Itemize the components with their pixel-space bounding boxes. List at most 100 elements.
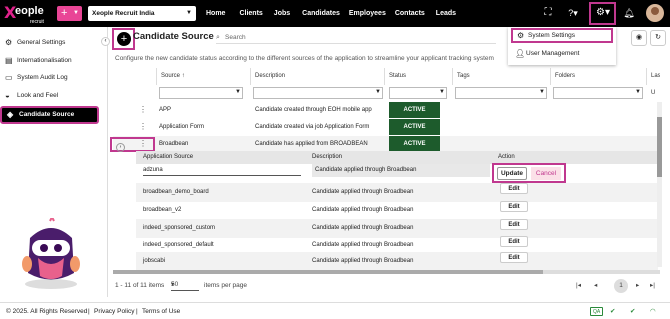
nav-employees[interactable]: Employees <box>349 0 386 27</box>
page-title: Candidate Source <box>133 31 214 42</box>
gears-icon: ⚙ <box>517 31 525 40</box>
table-row[interactable]: ⋮ Application Form Candidate created via… <box>113 119 660 135</box>
column-header-source[interactable]: Source ↑ <box>157 68 251 85</box>
sidebar-item-system-audit-log[interactable]: ▭ System Audit Log <box>4 72 99 84</box>
search-input[interactable]: ⌕ Search <box>216 32 496 44</box>
scroll-thumb[interactable] <box>657 117 662 177</box>
tags-filter[interactable]: ▼ <box>455 87 547 99</box>
update-button[interactable]: Update <box>497 167 527 180</box>
column-header-last-updated[interactable]: Last U <box>647 68 660 96</box>
quick-add-button[interactable]: + ▼ <box>57 6 82 21</box>
items-per-page-label: items per page <box>204 282 247 289</box>
sidebar-collapse-button[interactable]: ‹ <box>101 37 110 46</box>
page-number-button[interactable]: 1 <box>614 279 628 293</box>
terms-of-use-link[interactable]: Terms of Use <box>142 303 180 319</box>
nav-contacts[interactable]: Contacts <box>395 0 425 27</box>
status-badge: ACTIVE <box>389 136 440 152</box>
edit-button[interactable]: Edit <box>500 183 528 194</box>
sidebar-item-look-and-feel[interactable]: ◒ Look and Feel <box>4 90 99 102</box>
column-header-status[interactable]: Status <box>385 68 453 85</box>
column-header-blank <box>113 68 157 85</box>
source-cell: Broadbean <box>159 141 189 147</box>
top-bar: X eople recruit + ▼ Xeople Recruit India ▼… <box>0 0 670 27</box>
status-filter[interactable]: ▼ <box>389 87 447 99</box>
refresh-button[interactable]: ↻ <box>650 30 666 46</box>
source-cell: Application Form <box>159 124 205 130</box>
menu-item-label: User Management <box>526 50 580 57</box>
menu-item-system-settings[interactable]: ⚙ System Settings <box>511 28 613 43</box>
edit-button[interactable]: Edit <box>500 252 528 263</box>
settings-sidebar: ⚙ General Settings ▤ Internationalisation … <box>0 27 108 297</box>
document-icon: ▤ <box>5 56 13 65</box>
add-source-button[interactable]: + <box>112 28 135 50</box>
page-size-value: 50 <box>171 281 179 288</box>
last-page-icon[interactable]: ▸| <box>650 279 655 293</box>
nav-home[interactable]: Home <box>206 0 225 27</box>
nav-leads[interactable]: Leads <box>436 0 456 27</box>
folders-filter[interactable]: ▼ <box>553 87 643 99</box>
xeople-logo[interactable]: X eople recruit <box>4 3 52 25</box>
row-menu-icon[interactable]: ⋮ <box>139 119 147 135</box>
eye-icon: ◉ <box>635 34 643 41</box>
cancel-button[interactable]: Cancel <box>531 167 561 180</box>
palette-icon: ◒ <box>5 91 10 100</box>
chevron-down-icon: ▼ <box>73 10 79 16</box>
horizontal-scrollbar[interactable] <box>113 270 660 274</box>
subtable-edit-row: adzuna Candidate applied through Broadbe… <box>136 164 658 183</box>
description-input[interactable]: Candidate applied through Broadbean <box>312 164 490 177</box>
edit-actions-highlight: Update Cancel <box>492 163 566 183</box>
avatar[interactable] <box>646 4 664 22</box>
main-nav: Home Clients Jobs Candidates Employees C… <box>206 0 456 27</box>
edit-button[interactable]: Edit <box>500 236 528 247</box>
column-header-folders[interactable]: Folders <box>551 68 647 85</box>
expand-row-highlight: › <box>110 137 155 152</box>
sidebar-item-general-settings[interactable]: ⚙ General Settings <box>4 37 99 49</box>
table-row-expanded[interactable]: ⋮ Broadbean Candidate has applied from B… <box>113 136 660 152</box>
refresh-icon: ↻ <box>655 34 661 41</box>
header-label: Source <box>161 73 181 79</box>
gear-icon[interactable]: ⚙▾ <box>591 5 615 21</box>
first-page-icon[interactable]: |◂ <box>576 279 581 293</box>
sidebar-item-label: General Settings <box>17 39 66 46</box>
nav-candidates[interactable]: Candidates <box>302 0 340 27</box>
help-icon[interactable]: ?▾ <box>562 5 584 21</box>
footer-separator: | <box>136 308 138 315</box>
scroll-thumb[interactable] <box>113 270 543 274</box>
visibility-toggle-button[interactable]: ◉ <box>631 30 647 46</box>
mascot-illustration <box>22 218 80 289</box>
sidebar-item-candidate-source[interactable]: ◈ Candidate Source <box>0 106 99 124</box>
filter-icon: ▼ <box>539 89 545 95</box>
nav-clients[interactable]: Clients <box>239 0 262 27</box>
check-circle-icon: ✔ <box>630 308 636 315</box>
prev-page-icon[interactable]: ◂ <box>594 279 597 293</box>
source-filter[interactable]: ▼ <box>159 87 243 99</box>
edit-button[interactable]: Edit <box>500 219 528 230</box>
vertical-scrollbar[interactable] <box>657 102 662 267</box>
nav-jobs[interactable]: Jobs <box>274 0 290 27</box>
fullscreen-icon[interactable]: ⛶ <box>541 5 555 21</box>
next-page-icon[interactable]: ▸ <box>636 279 639 293</box>
description-filter[interactable]: ▼ <box>253 87 383 99</box>
application-source-input[interactable]: adzuna <box>143 164 301 176</box>
company-select[interactable]: Xeople Recruit India ▼ <box>88 6 196 21</box>
column-header-description[interactable]: Description <box>251 68 385 85</box>
privacy-policy-link[interactable]: Privacy Policy <box>94 303 134 319</box>
column-header-tags[interactable]: Tags <box>453 68 551 85</box>
edit-button[interactable]: Edit <box>500 201 528 212</box>
page-size-select[interactable]: 50 ▾ <box>171 279 199 291</box>
filter-icon: ▼ <box>635 89 641 95</box>
menu-item-user-management[interactable]: 👤︎ User Management <box>511 46 613 61</box>
description-cell: Candidate applied through Broadbean <box>312 189 414 195</box>
copyright-text: © 2025. All Rights Reserved <box>6 308 88 315</box>
row-menu-icon[interactable]: ⋮ <box>139 102 147 118</box>
footer-separator: | <box>88 308 90 315</box>
table-row[interactable]: ⋮ APP Candidate created through EOH mobi… <box>113 102 660 118</box>
subheader-application-source: Application Source <box>143 154 194 160</box>
expand-icon[interactable]: › <box>116 143 125 152</box>
diamond-icon: ◈ <box>7 110 14 119</box>
chevron-down-icon: ▼ <box>186 10 192 16</box>
settings-dropdown: ⚙ System Settings 👤︎ User Management <box>508 27 616 65</box>
bell-icon[interactable]: 🔔︎ <box>622 5 636 21</box>
filter-icon: ▼ <box>375 89 381 95</box>
sidebar-item-internationalisation[interactable]: ▤ Internationalisation <box>4 55 99 67</box>
